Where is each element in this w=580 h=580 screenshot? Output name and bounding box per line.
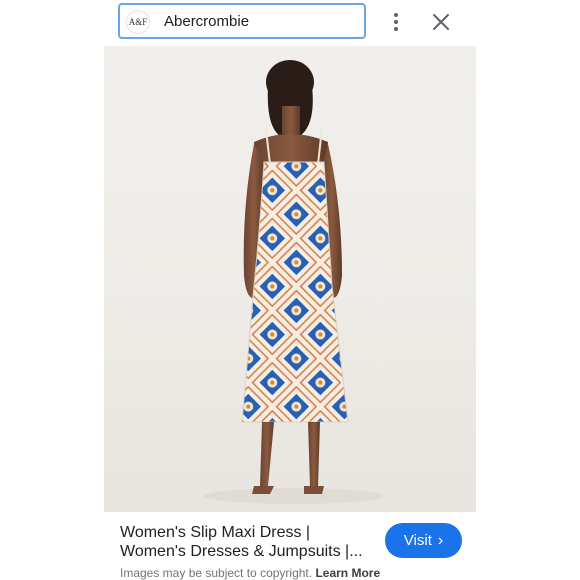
site-favicon: A&F — [126, 10, 150, 34]
dress-photo-illustration — [204, 60, 384, 504]
visit-button[interactable]: Visit › — [385, 523, 462, 558]
copyright-text: Images may be subject to copyright. — [120, 566, 313, 580]
learn-more-link[interactable]: Learn More — [315, 566, 380, 580]
chevron-right-icon: › — [437, 531, 444, 549]
result-info: Women's Slip Maxi Dress | Women's Dresse… — [104, 512, 476, 580]
result-title-line-1[interactable]: Women's Slip Maxi Dress | — [120, 524, 310, 542]
source-chip[interactable]: A&F Abercrombie — [118, 3, 366, 39]
source-name: Abercrombie — [164, 13, 250, 30]
copyright-notice: Images may be subject to copyright. Lear… — [120, 566, 380, 580]
result-title-line-2[interactable]: Women's Dresses & Jumpsuits |... — [120, 543, 363, 561]
product-image[interactable] — [104, 46, 476, 512]
more-vertical-icon[interactable] — [386, 10, 406, 34]
visit-label: Visit — [403, 532, 432, 549]
preview-topbar: A&F Abercrombie — [104, 0, 476, 44]
left-margin — [0, 0, 104, 580]
close-icon[interactable] — [430, 11, 452, 33]
image-preview-panel: A&F Abercrombie Women's Slip Maxi Dress … — [104, 0, 476, 580]
right-margin — [476, 0, 580, 580]
